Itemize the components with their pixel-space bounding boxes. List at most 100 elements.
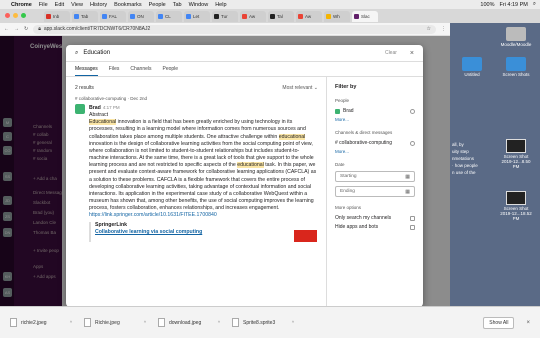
search-result-message[interactable]: Brad 4:17 PM Abstract Educational innovat… (75, 104, 318, 242)
browser-tab[interactable]: CL (156, 10, 182, 22)
download-item[interactable]: richie2.jpeg ^ (10, 318, 72, 327)
menu-window[interactable]: Window (189, 2, 209, 8)
desktop-folder[interactable]: Screen Shots (498, 57, 534, 77)
tab-channels[interactable]: Channels (130, 66, 151, 72)
menu-tab[interactable]: Tab (173, 2, 182, 8)
browser-tab[interactable]: Tur (212, 10, 238, 22)
hide-apps-checkbox[interactable] (410, 224, 415, 230)
tab-label: Wh (333, 13, 340, 19)
clock[interactable]: Fri 4:19 PM (499, 2, 527, 8)
file-icon (10, 318, 17, 327)
tab-favicon-icon (102, 13, 107, 19)
menu-file[interactable]: File (39, 2, 48, 8)
tab-label: ON (137, 13, 144, 19)
browser-tab[interactable]: Let (184, 10, 210, 22)
screenshot-thumbnail (506, 191, 526, 205)
back-icon[interactable]: ← (4, 26, 9, 32)
more-channels-link[interactable]: More... (335, 149, 415, 154)
link-preview[interactable]: SpringerLink Collaborative learning via … (89, 221, 317, 242)
desktop-file[interactable]: Screen Shot 2019-12...18.52 PM (498, 191, 534, 221)
chevron-up-icon[interactable]: ^ (218, 320, 220, 325)
menu-view[interactable]: View (71, 2, 83, 8)
tab-people[interactable]: People (163, 66, 179, 72)
hide-apps-row[interactable]: Hide apps and bots (335, 224, 415, 230)
mac-menubar: Chrome File Edit View History Bookmarks … (0, 0, 540, 9)
desktop-folder[interactable]: Moodle/Moodle (498, 27, 534, 47)
download-item[interactable]: download.jpeg ^ (158, 318, 220, 327)
minimize-window-icon[interactable] (13, 13, 18, 18)
filter-person-checkbox[interactable] (410, 108, 415, 114)
tab-label: Tab (81, 13, 89, 19)
message-timestamp[interactable]: 4:17 PM (103, 105, 120, 110)
clear-button[interactable]: Clear (385, 50, 397, 56)
result-channel-line[interactable]: # collaborative-computing · Dec 2nd (75, 96, 318, 101)
tab-label: CL (165, 13, 171, 19)
preview-title[interactable]: Collaborative learning via social comput… (95, 229, 202, 236)
article-link[interactable]: https://link.springer.com/article/10.163… (89, 212, 317, 219)
search-icon[interactable]: ⌕ (533, 1, 536, 8)
chevron-up-icon[interactable]: ^ (292, 320, 294, 325)
close-window-icon[interactable] (5, 13, 10, 18)
folder-label: Untitled (464, 72, 480, 77)
browser-tab[interactable]: Tab (72, 10, 98, 22)
download-filename: Sprite8.sprite3 (243, 319, 276, 326)
menu-people[interactable]: People (149, 2, 166, 8)
extensions-icon[interactable]: ⋮ (441, 26, 446, 32)
ending-date-input[interactable]: Ending ▦ (335, 186, 415, 197)
zoom-window-icon[interactable] (21, 13, 26, 18)
menu-history[interactable]: History (90, 2, 107, 8)
browser-tab[interactable]: Aw (240, 10, 266, 22)
menu-edit[interactable]: Edit (55, 2, 64, 8)
battery-indicator[interactable]: 100% (480, 2, 494, 8)
browser-tab[interactable]: Wh (324, 10, 350, 22)
tab-messages[interactable]: Messages (75, 66, 98, 76)
filter-channel-checkbox[interactable] (410, 140, 415, 146)
chevron-up-icon[interactable]: ^ (70, 320, 72, 325)
desktop-folder[interactable]: Untitled (454, 57, 490, 77)
download-filename: Richie.jpeg (95, 319, 120, 326)
menu-help[interactable]: Help (215, 2, 226, 8)
avatar[interactable] (75, 104, 85, 114)
message-body: Brad 4:17 PM Abstract Educational innovat… (89, 104, 317, 242)
more-people-link[interactable]: More... (335, 117, 415, 122)
reload-icon[interactable]: ↻ (24, 26, 28, 32)
filter-channels-label: Channels & direct messages (335, 130, 393, 135)
browser-tab[interactable]: Aw (296, 10, 322, 22)
forward-icon[interactable]: → (14, 26, 19, 32)
preview-source: SpringerLink (95, 221, 127, 228)
desktop-file[interactable]: Screen Shot 2019-12...8.50 PM (498, 139, 534, 169)
star-icon[interactable]: ☆ (427, 26, 431, 32)
download-item[interactable]: Sprite8.sprite3 ^ (232, 318, 294, 327)
browser-tab[interactable]: Inb (44, 10, 70, 22)
file-icon (84, 318, 91, 327)
filter-channel-row[interactable]: # collaborative-computing (335, 140, 415, 146)
calendar-icon[interactable]: ▦ (405, 189, 410, 195)
menu-bookmarks[interactable]: Bookmarks (114, 2, 142, 8)
tab-favicon-icon (270, 13, 275, 19)
close-icon[interactable]: × (526, 320, 530, 326)
file-icon (232, 318, 239, 327)
only-my-channels-row[interactable]: Only search my channels (335, 215, 415, 221)
search-input[interactable]: Education (83, 50, 110, 56)
only-my-channels-checkbox[interactable] (410, 215, 415, 221)
search-bar: ⌕ Education Clear × (66, 45, 423, 62)
app-menu[interactable]: Chrome (11, 2, 32, 8)
address-bar[interactable]: 🔒︎ app.slack.com/client/TR7DCNWT6/CR70N8… (33, 24, 436, 34)
calendar-icon[interactable]: ▦ (405, 174, 410, 180)
browser-tab[interactable]: FAL (100, 10, 126, 22)
filter-person-row[interactable]: Brad (335, 108, 415, 114)
file-date: 2019-12...8.50 PM (501, 159, 531, 169)
browser-tab-active[interactable]: Slac (352, 10, 378, 22)
close-icon[interactable]: × (410, 50, 414, 57)
show-all-button[interactable]: Show All (483, 316, 515, 329)
browser-tab[interactable]: Tal (268, 10, 294, 22)
message-author[interactable]: Brad (89, 105, 101, 111)
sort-dropdown[interactable]: Most relevant ⌄ (282, 85, 318, 91)
tab-files[interactable]: Files (109, 66, 120, 72)
starting-date-input[interactable]: Starting ▦ (335, 171, 415, 182)
chevron-up-icon[interactable]: ^ (144, 320, 146, 325)
filter-people-label: People (335, 98, 350, 103)
browser-tab[interactable]: ON (128, 10, 154, 22)
download-item[interactable]: Richie.jpeg ^ (84, 318, 146, 327)
download-filename: richie2.jpeg (21, 319, 47, 326)
